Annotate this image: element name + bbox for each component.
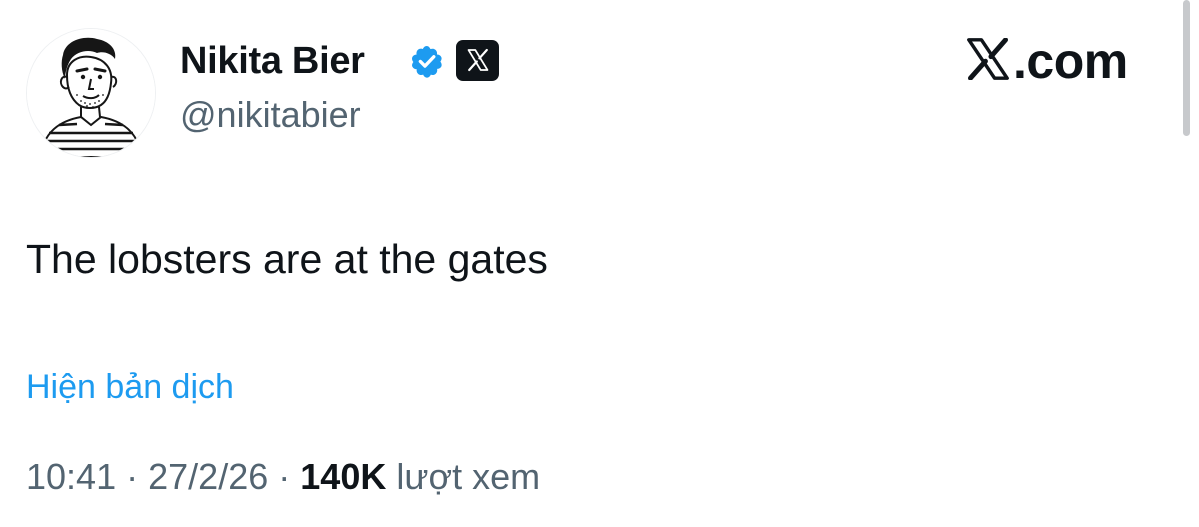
tweet-time[interactable]: 10:41 [26,456,116,497]
avatar[interactable] [26,28,156,158]
views-count: 140K [300,456,387,497]
tweet-text: The lobsters are at the gates [26,236,548,282]
x-logo-icon [966,36,1010,85]
show-translation-link[interactable]: Hiện bản dịch [26,366,234,408]
meta-separator: · [126,456,139,497]
verified-checkmark-icon [408,42,446,80]
tweet-meta: 10:41 · 27/2/26 · 140K lượt xem [26,455,540,499]
x-com-watermark: .com [966,34,1128,88]
views-label: lượt xem [396,456,541,497]
x-logo-icon [456,48,499,72]
affiliate-badge[interactable] [456,40,499,81]
scrollbar[interactable] [1183,0,1190,136]
user-handle[interactable]: @nikitabier [180,92,361,138]
watermark-domain-text: .com [1013,33,1128,89]
tweet-date[interactable]: 27/2/26 [148,456,268,497]
display-name[interactable]: Nikita Bier [180,38,365,84]
meta-separator: · [278,456,291,497]
